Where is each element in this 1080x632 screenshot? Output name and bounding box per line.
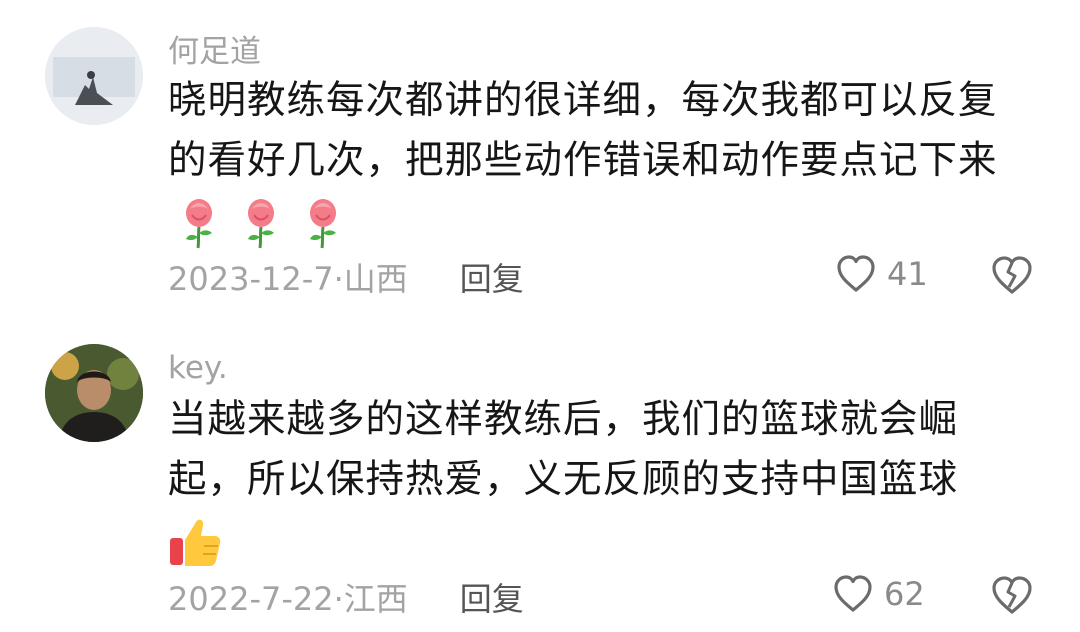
comment-body: 晓明教练每次都讲的很详细，每次我都可以反复的看好几次，把那些动作错误和动作要点记… bbox=[168, 78, 998, 183]
username[interactable]: key. bbox=[168, 350, 228, 386]
comment-item: 何足道 晓明教练每次都讲的很详细，每次我都可以反复的看好几次，把那些动作错误和动… bbox=[0, 0, 1080, 320]
avatar[interactable] bbox=[45, 27, 143, 125]
comment-text: 当越来越多的这样教练后，我们的篮球就会崛起，所以保持热爱，义无反顾的支持中国篮球 bbox=[168, 390, 1028, 570]
like-count: 62 bbox=[884, 575, 925, 613]
dislike-button[interactable] bbox=[990, 254, 1034, 300]
comment-text: 晓明教练每次都讲的很详细，每次我都可以反复的看好几次，把那些动作错误和动作要点记… bbox=[168, 71, 1028, 251]
avatar-image bbox=[45, 344, 143, 442]
like-button[interactable]: 41 bbox=[835, 254, 928, 294]
heart-icon bbox=[834, 575, 872, 612]
rose-emoji bbox=[186, 198, 212, 248]
emoji-group bbox=[182, 197, 340, 249]
thumbs-up-emoji bbox=[170, 519, 221, 566]
like-count: 41 bbox=[887, 255, 928, 293]
heart-icon bbox=[837, 255, 875, 292]
broken-heart-icon bbox=[992, 256, 1032, 294]
comment-body: 当越来越多的这样教练后，我们的篮球就会崛起，所以保持热爱，义无反顾的支持中国篮球 bbox=[168, 397, 959, 502]
reply-button[interactable]: 回复 bbox=[460, 574, 524, 620]
avatar[interactable] bbox=[45, 344, 143, 442]
username[interactable]: 何足道 bbox=[168, 26, 261, 71]
broken-heart-icon bbox=[992, 576, 1032, 614]
comment-date-location: 2022-7-22·江西 bbox=[168, 580, 408, 618]
comment-meta: 2023-12-7·山西 回复 bbox=[168, 254, 524, 300]
rose-emoji bbox=[310, 198, 336, 248]
comment-date-location: 2023-12-7·山西 bbox=[168, 260, 408, 298]
reply-button[interactable]: 回复 bbox=[460, 254, 524, 300]
comment-meta: 2022-7-22·江西 回复 bbox=[168, 574, 524, 620]
rose-emoji bbox=[248, 198, 274, 248]
dislike-button[interactable] bbox=[990, 574, 1034, 620]
comment-item: key. 当越来越多的这样教练后，我们的篮球就会崛起，所以保持热爱，义无反顾的支… bbox=[0, 320, 1080, 632]
like-button[interactable]: 62 bbox=[832, 574, 925, 614]
avatar-image bbox=[45, 27, 143, 125]
